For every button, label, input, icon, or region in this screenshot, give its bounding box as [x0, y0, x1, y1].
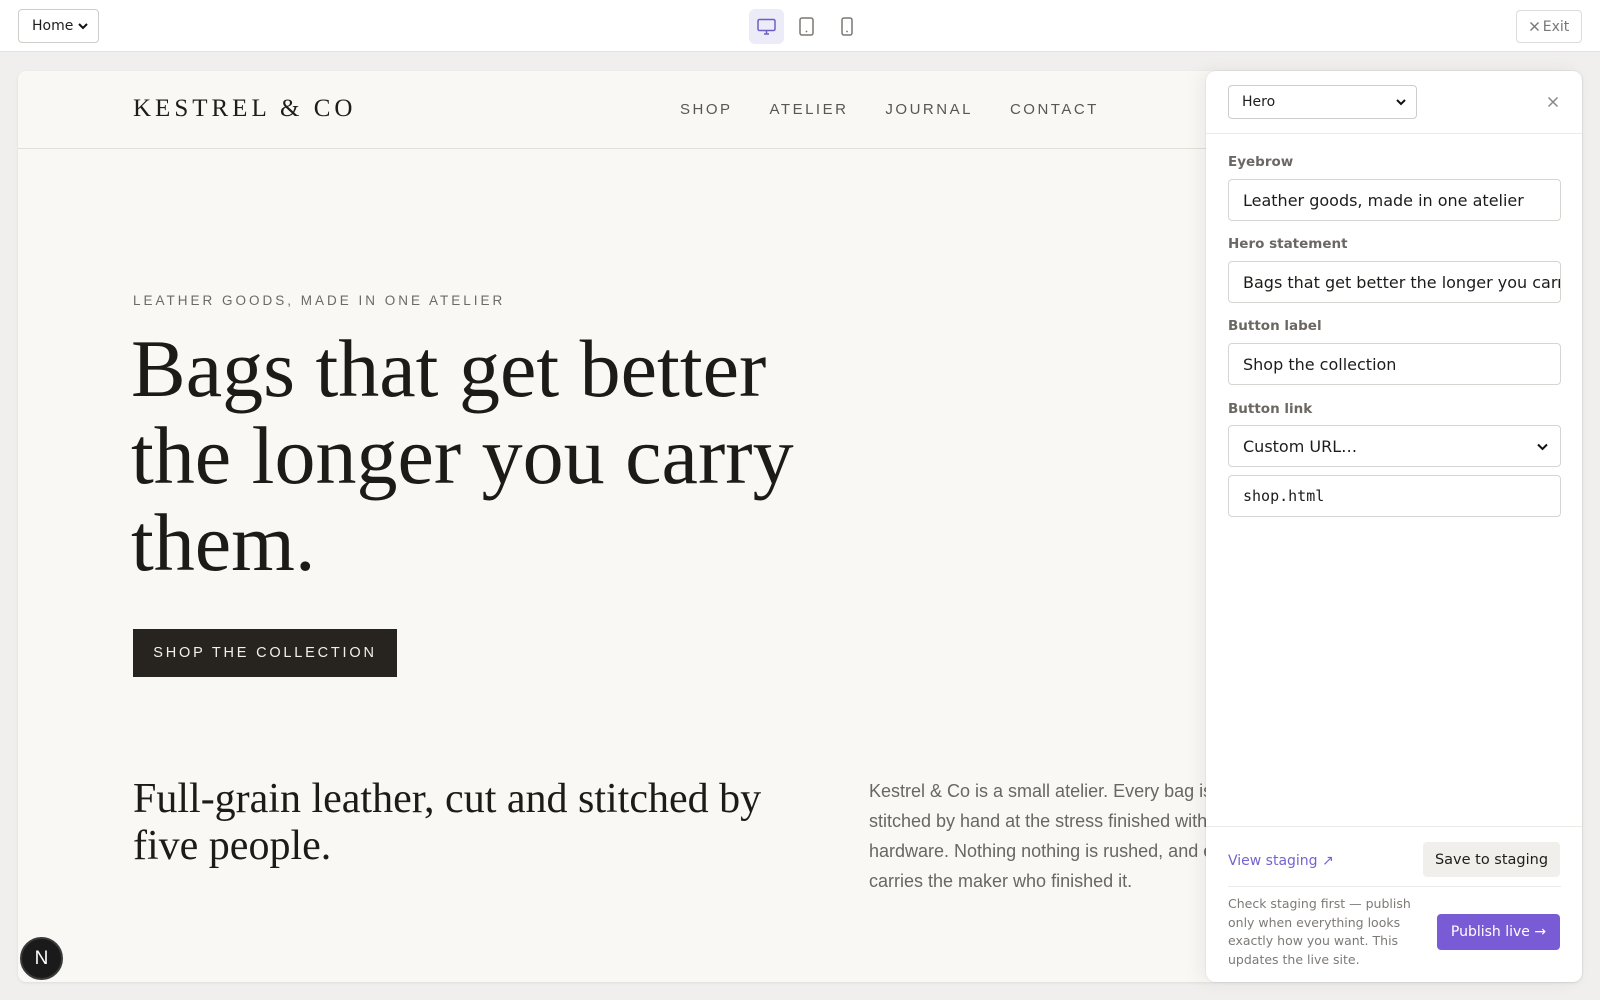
next-logo-icon[interactable]: N — [20, 937, 63, 980]
eyebrow-input[interactable]: Leather goods, made in one atelier — [1228, 179, 1561, 221]
editor-toolbar: Home Exit — [0, 0, 1600, 52]
nav-item-shop[interactable]: SHOP — [680, 101, 733, 118]
hero-eyebrow: LEATHER GOODS, MADE IN ONE ATELIER — [133, 293, 506, 308]
button-link-select-value: Custom URL… — [1243, 436, 1358, 456]
mobile-view-button[interactable] — [829, 9, 864, 44]
publish-live-button[interactable]: Publish live → — [1437, 914, 1560, 950]
hero-statement-label: Hero statement — [1228, 236, 1348, 252]
eyebrow-label: Eyebrow — [1228, 154, 1294, 170]
chevron-down-icon — [1396, 99, 1406, 106]
save-to-staging-button[interactable]: Save to staging — [1423, 842, 1560, 877]
chevron-down-icon — [78, 23, 88, 30]
chevron-down-icon — [1537, 443, 1548, 451]
button-link-url-input[interactable]: shop.html — [1228, 475, 1561, 517]
mobile-icon — [840, 17, 853, 36]
section-editor-panel: Hero Eyebrow Leather goods, made in one … — [1206, 71, 1582, 982]
hero-cta-button[interactable]: SHOP THE COLLECTION — [133, 629, 397, 677]
page-select[interactable]: Home — [18, 9, 99, 43]
tablet-icon — [799, 17, 814, 36]
about-title: Full-grain leather, cut and stitched by … — [133, 776, 762, 869]
button-label-label: Button label — [1228, 318, 1322, 334]
footer-divider — [1228, 886, 1561, 887]
close-icon — [1529, 22, 1539, 31]
panel-header: Hero — [1206, 71, 1582, 134]
page-select-value: Home — [32, 18, 74, 34]
button-link-label: Button link — [1228, 401, 1313, 417]
site-nav: SHOP ATELIER JOURNAL CONTACT — [680, 101, 1099, 118]
nav-item-contact[interactable]: CONTACT — [1010, 101, 1099, 118]
tablet-view-button[interactable] — [789, 9, 824, 44]
exit-label: Exit — [1542, 18, 1570, 35]
site-logo[interactable]: KESTREL & CO — [133, 95, 356, 123]
view-staging-link[interactable]: View staging ↗ — [1228, 853, 1334, 869]
close-icon — [1547, 96, 1559, 108]
section-select-value: Hero — [1242, 94, 1276, 110]
panel-close-button[interactable] — [1544, 93, 1562, 111]
desktop-view-button[interactable] — [749, 9, 784, 44]
desktop-icon — [757, 18, 776, 35]
hero-title: Bags that get better the longer you carr… — [131, 323, 794, 588]
button-link-select[interactable]: Custom URL… — [1228, 425, 1561, 467]
button-label-input[interactable]: Shop the collection — [1228, 343, 1561, 385]
exit-button[interactable]: Exit — [1516, 10, 1582, 43]
section-select[interactable]: Hero — [1228, 85, 1417, 119]
publish-help-text: Check staging first — publish only when … — [1228, 896, 1411, 967]
hero-statement-input[interactable]: Bags that get better the longer you carr… — [1228, 261, 1561, 303]
device-toggle-group — [749, 9, 864, 44]
panel-footer: View staging ↗ Save to staging Check sta… — [1206, 826, 1582, 982]
nav-item-atelier[interactable]: ATELIER — [770, 101, 849, 118]
nav-item-journal[interactable]: JOURNAL — [885, 101, 973, 118]
